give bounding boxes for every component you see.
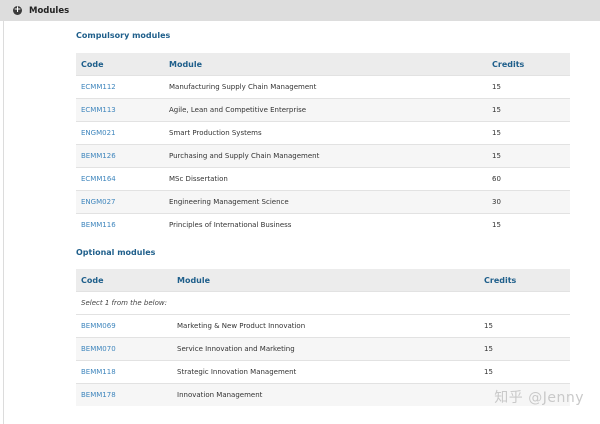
column-header-credits: Credits — [492, 59, 525, 69]
module-code-link[interactable]: ECMM164 — [81, 175, 116, 183]
code-cell: ECMM113 — [76, 106, 169, 114]
code-cell: ENGM027 — [76, 198, 169, 206]
module-code-link[interactable]: BEMM178 — [81, 391, 116, 399]
module-name: Purchasing and Supply Chain Management — [169, 152, 320, 160]
module-credits: 15 — [484, 345, 493, 353]
module-credits: 30 — [492, 198, 501, 206]
module-credits: 60 — [492, 175, 501, 183]
module-code-link[interactable]: ENGM027 — [81, 198, 115, 206]
column-header-module: Module — [177, 275, 211, 285]
optional-table-header: Code Module Credits — [76, 269, 570, 291]
code-cell: BEMM118 — [76, 368, 177, 376]
table-row: ENGM021 Smart Production Systems 15 — [76, 121, 570, 144]
selection-note: Select 1 from the below: — [81, 299, 167, 307]
column-header-module: Module — [169, 59, 203, 69]
code-cell: ECMM164 — [76, 175, 169, 183]
table-row: BEMM118 Strategic Innovation Management 15 — [76, 360, 570, 383]
code-cell: BEMM126 — [76, 152, 169, 160]
module-name: Strategic Innovation Management — [177, 368, 297, 376]
table-row: ECMM112 Manufacturing Supply Chain Manage… — [76, 75, 570, 98]
module-name: Smart Production Systems — [169, 129, 262, 137]
watermark: 知乎 @Jenny — [494, 390, 584, 406]
module-credits: 15 — [492, 106, 501, 114]
code-cell: BEMM178 — [76, 391, 177, 399]
module-name: Agile, Lean and Competitive Enterprise — [169, 106, 307, 114]
code-cell: BEMM069 — [76, 322, 177, 330]
module-code-link[interactable]: BEMM118 — [81, 368, 116, 376]
module-name: Principles of International Business — [169, 221, 292, 229]
modules-title: Modules — [29, 5, 70, 16]
code-cell: ENGM021 — [76, 129, 169, 137]
table-row: ECMM164 MSc Dissertation 60 — [76, 167, 570, 190]
compulsory-modules-title: Compulsory modules — [76, 31, 171, 40]
module-credits: 15 — [484, 322, 493, 330]
table-row: BEMM070 Service Innovation and Marketing 1… — [76, 337, 570, 360]
code-cell: ECMM112 — [76, 83, 169, 91]
modules-page: + Modules Compulsory modules Code Module… — [0, 0, 600, 424]
module-credits: 15 — [492, 83, 501, 91]
module-name: Innovation Management — [177, 391, 263, 399]
table-row: ECMM113 Agile, Lean and Competitive Enter… — [76, 98, 570, 121]
module-credits: 15 — [492, 221, 501, 229]
module-name: Manufacturing Supply Chain Management — [169, 83, 317, 91]
compulsory-table-header: Code Module Credits — [76, 53, 570, 75]
module-name: Service Innovation and Marketing — [177, 345, 295, 353]
module-credits: 15 — [492, 129, 501, 137]
table-row: BEMM116 Principles of International Busin… — [76, 213, 570, 236]
module-code-link[interactable]: BEMM070 — [81, 345, 116, 353]
table-row: BEMM126 Purchasing and Supply Chain Manag… — [76, 144, 570, 167]
module-code-link[interactable]: BEMM116 — [81, 221, 116, 229]
code-cell: BEMM116 — [76, 221, 169, 229]
module-name: Engineering Management Science — [169, 198, 289, 206]
column-header-code: Code — [81, 275, 104, 285]
module-code-link[interactable]: ECMM113 — [81, 106, 116, 114]
table-row: ENGM027 Engineering Management Science 30 — [76, 190, 570, 213]
compulsory-modules-table: Code Module Credits ECMM112 Manufacturing… — [76, 53, 570, 236]
module-code-link[interactable]: ECMM112 — [81, 83, 116, 91]
column-header-code: Code — [81, 59, 104, 69]
compulsory-rows: ECMM112 Manufacturing Supply Chain Manage… — [76, 75, 570, 236]
table-row: BEMM069 Marketing & New Product Innovatio… — [76, 314, 570, 337]
optional-modules-title: Optional modules — [76, 248, 156, 257]
selection-note-row: Select 1 from the below: — [76, 291, 570, 314]
optional-modules-table: Code Module Credits Select 1 from the be… — [76, 269, 570, 406]
module-name: MSc Dissertation — [169, 175, 228, 183]
column-header-credits: Credits — [484, 275, 517, 285]
module-code-link[interactable]: BEMM069 — [81, 322, 116, 330]
code-cell: BEMM070 — [76, 345, 177, 353]
module-credits: 15 — [484, 368, 493, 376]
module-name: Marketing & New Product Innovation — [177, 322, 306, 330]
plus-circle-icon[interactable]: + — [13, 6, 22, 15]
module-code-link[interactable]: BEMM126 — [81, 152, 116, 160]
left-border — [3, 0, 4, 424]
module-code-link[interactable]: ENGM021 — [81, 129, 115, 137]
module-credits: 15 — [492, 152, 501, 160]
modules-accordion-header[interactable]: + Modules — [0, 0, 600, 21]
